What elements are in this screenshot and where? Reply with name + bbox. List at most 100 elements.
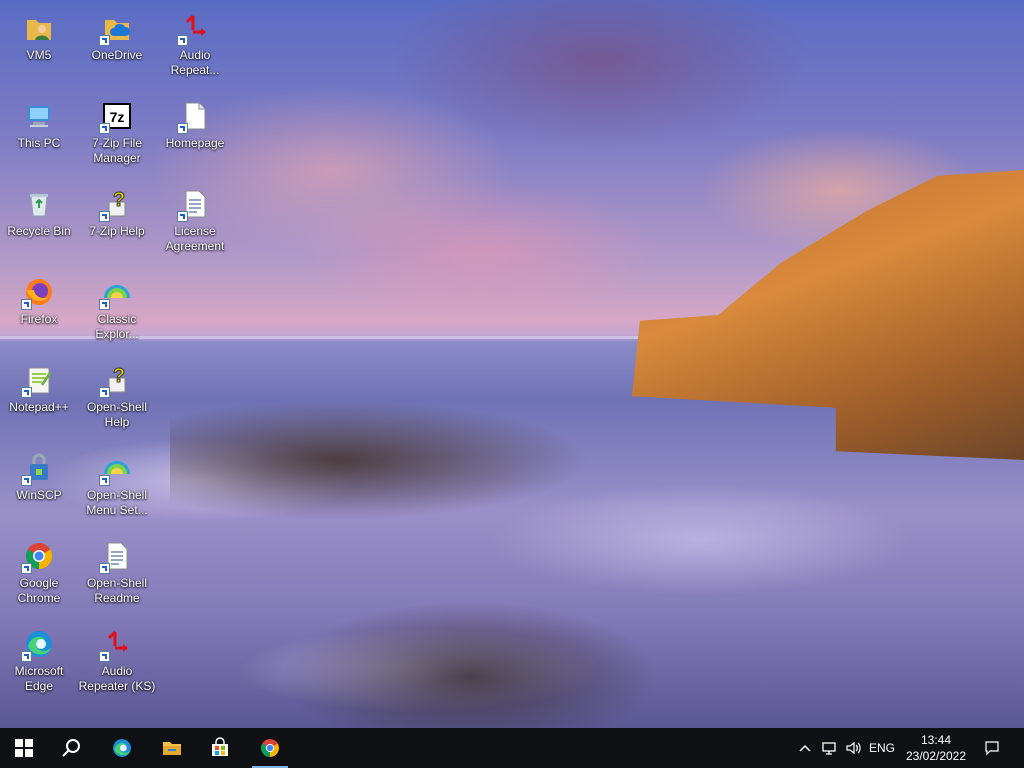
shortcut-arrow-icon [99,299,110,310]
shortcut-arrow-icon [177,35,188,46]
desktop-icon-openshell-menu[interactable]: Open-Shell Menu Set... [78,446,156,534]
file-explorer-icon [163,742,181,755]
chevron-up-icon [799,744,811,752]
desktop-icon-onedrive[interactable]: OneDrive [78,6,156,94]
desktop-icon-openshell-help[interactable]: ? Open-Shell Help [78,358,156,446]
edge-icon [21,628,55,662]
shortcut-arrow-icon [21,387,32,398]
tray-network-button[interactable] [818,728,840,768]
wallpaper-rocks [170,400,590,520]
shell-icon [99,452,133,486]
desktop-icon-label: Audio Repeater (KS) [78,664,156,693]
desktop-icon-label: 7-Zip Help [89,224,145,238]
desktop-icon-label: Recycle Bin [7,224,71,238]
7zip-icon: 7z [99,100,133,134]
desktop-icon-license[interactable]: License Agreement [156,182,234,270]
help-icon: ? [99,364,133,398]
desktop-icon-7zip-manager[interactable]: 7z 7-Zip File Manager [78,94,156,182]
shortcut-arrow-icon [21,651,32,662]
desktop-icon-label: WinSCP [16,488,62,502]
shortcut-arrow-icon [21,299,32,310]
taskbar-chrome-button[interactable] [246,728,294,768]
svg-text:?: ? [113,365,125,387]
shortcut-arrow-icon [99,387,110,398]
desktop-icon-label: This PC [17,136,61,150]
desktop-icon-edge[interactable]: Microsoft Edge [0,622,78,710]
desktop-icon-audio-repeater[interactable]: Audio Repeat... [156,6,234,94]
desktop-icon-homepage[interactable]: Homepage [156,94,234,182]
taskbar: ENG 13:44 23/02/2022 [0,728,1024,768]
desktop-icon-label: 7-Zip File Manager [91,136,142,165]
taskbar-clock[interactable]: 13:44 23/02/2022 [900,732,972,764]
shortcut-arrow-icon [99,475,110,486]
taskbar-file-explorer-button[interactable] [148,728,196,768]
desktop-icon-7zip-help[interactable]: ? 7-Zip Help [78,182,156,270]
desktop-icon-winscp[interactable]: WinSCP [0,446,78,534]
shortcut-arrow-icon [99,651,110,662]
desktop-icon-label: Google Chrome [17,576,61,605]
desktop-icon-recycle-bin[interactable]: Recycle Bin [0,182,78,270]
taskbar-edge-button[interactable] [98,728,146,768]
shortcut-arrow-icon [99,35,110,46]
desktop-icon-label: Open-Shell Readme [86,576,148,605]
document-icon [177,100,211,134]
desktop-icon-label: License Agreement [165,224,225,253]
desktop-icon-vm5[interactable]: VM5 [0,6,78,94]
desktop-icon-audio-repeater-ks[interactable]: Audio Repeater (KS) [78,622,156,710]
desktop-icon-label: Notepad++ [9,400,69,414]
desktop-icon-chrome[interactable]: Google Chrome [0,534,78,622]
desktop-icon-label: VM5 [26,48,52,62]
store-icon [212,737,228,756]
shortcut-arrow-icon [177,211,188,222]
start-button[interactable] [0,728,48,768]
text-document-icon [99,540,133,574]
desktop-icon-classic-explorer[interactable]: Classic Explor... [78,270,156,358]
shortcut-arrow-icon [177,123,188,134]
notepadpp-icon [21,364,55,398]
shortcut-arrow-icon [21,475,32,486]
network-icon [822,742,836,755]
shortcut-arrow-icon [99,211,110,222]
text-document-icon [177,188,211,222]
chrome-icon [21,540,55,574]
firefox-icon [21,276,55,310]
svg-text:7z: 7z [110,109,125,125]
desktop-icon-label: Audio Repeat... [170,48,220,77]
desktop-icon-firefox[interactable]: Firefox [0,270,78,358]
audio-repeater-icon [99,628,133,662]
taskbar-store-button[interactable] [196,728,244,768]
audio-repeater-icon [177,12,211,46]
desktop-wallpaper: VM5 This PC Recycle Bin Firefox Notepad+… [0,0,1024,728]
desktop-icon-label: Homepage [165,136,225,150]
desktop-icon-label: Firefox [20,312,58,326]
shortcut-arrow-icon [21,563,32,574]
desktop-icon-label: Classic Explor... [95,312,139,341]
search-icon [62,739,80,757]
shortcut-arrow-icon [99,563,110,574]
clock-time: 13:44 [920,733,952,747]
wallpaper-rocks-lower [280,600,660,728]
notification-icon [985,741,999,756]
desktop-icon-label: Open-Shell Menu Set... [86,488,148,517]
desktop-icon-notepadpp[interactable]: Notepad++ [0,358,78,446]
winscp-icon [21,452,55,486]
onedrive-folder-icon [99,12,133,46]
desktop-icon-label: OneDrive [91,48,143,62]
action-center-button[interactable] [978,728,1006,768]
shell-icon [99,276,133,310]
help-icon: ? [99,188,133,222]
volume-icon [846,741,861,755]
start-icon [15,739,33,757]
tray-volume-button[interactable] [842,728,864,768]
language-indicator[interactable]: ENG [868,728,896,768]
edge-icon [113,739,131,757]
desktop-icon-this-pc[interactable]: This PC [0,94,78,182]
search-button[interactable] [48,728,96,768]
svg-text:?: ? [113,189,125,211]
desktop-icon-openshell-readme[interactable]: Open-Shell Readme [78,534,156,622]
desktop-icon-label: Microsoft Edge [14,664,64,693]
tray-overflow-button[interactable] [796,728,814,768]
shortcut-arrow-icon [99,123,110,134]
chrome-icon [261,739,279,757]
clock-date: 23/02/2022 [905,749,967,763]
